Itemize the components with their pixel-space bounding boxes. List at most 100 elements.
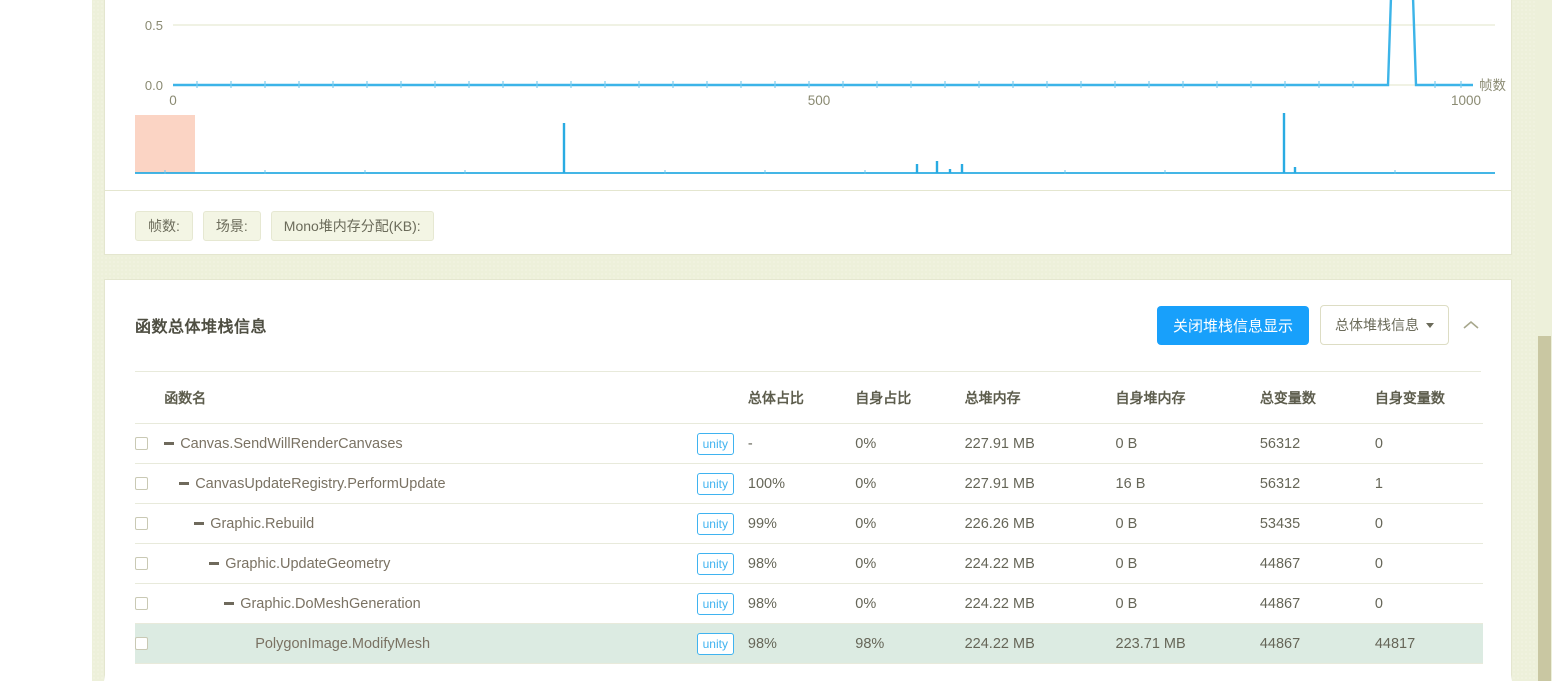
header-actions: 关闭堆栈信息显示 总体堆栈信息 [1156,305,1482,345]
unity-tag-badge: unity [696,632,734,655]
function-name-cell[interactable]: Canvas.SendWillRenderCanvases [164,423,697,464]
stack-table-container[interactable]: 函数名 总体占比 自身占比 总堆内存 自身堆内存 总变量数 自身变量数 Canv… [135,372,1483,664]
table-row[interactable]: Graphic.UpdateGeometry unity 98% 0% 224.22 M… [135,543,1483,584]
total-variables-cell: 44867 [1259,583,1375,624]
stack-info-mode-dropdown[interactable]: 总体堆栈信息 [1320,305,1449,345]
table-body: Canvas.SendWillRenderCanvases unity -0% 227… [135,423,1483,664]
col-header-total-pct[interactable]: 总体占比 [747,372,856,424]
total-percent-cell: 98% [747,543,856,584]
row-select-cell[interactable] [135,503,165,544]
total-variables-cell: 44867 [1259,543,1375,584]
chip-mono-heap-alloc[interactable]: Mono堆内存分配(KB): [270,211,434,241]
function-name-cell[interactable]: Graphic.Rebuild [164,503,697,544]
series-frame-time [173,0,1473,87]
collapse-minus-icon[interactable] [209,562,220,565]
row-checkbox[interactable] [135,557,148,570]
function-name-cell[interactable]: Graphic.DoMeshGeneration [164,583,697,624]
vertical-scrollbar-track[interactable] [1537,0,1552,681]
function-name-cell[interactable]: CanvasUpdateRegistry.PerformUpdate [164,463,697,504]
function-name-wrapper: CanvasUpdateRegistry.PerformUpdate [164,476,696,492]
tag-cell: unity [696,503,748,544]
self-memory-cell: 223.71 MB [1115,623,1260,664]
x-tick-1000: 1000 [1451,93,1481,108]
self-percent-cell: 0% [855,423,965,464]
function-name-label: Graphic.Rebuild [210,515,315,532]
function-name-cell[interactable]: Graphic.UpdateGeometry [164,543,697,584]
function-name-label: CanvasUpdateRegistry.PerformUpdate [195,475,446,492]
col-header-self-pct[interactable]: 自身占比 [855,372,965,424]
total-variables-cell: 53435 [1259,503,1375,544]
total-percent-cell: 99% [747,503,856,544]
table-row[interactable]: Graphic.DoMeshGeneration unity 98% 0% 224.22… [135,583,1483,624]
chevron-up-icon [1463,320,1479,329]
self-variables-cell: 44817 [1374,623,1483,664]
function-name-label: Canvas.SendWillRenderCanvases [180,435,403,452]
row-select-cell[interactable] [135,543,165,584]
collapse-minus-icon[interactable] [164,442,175,445]
total-memory-cell: 226.26 MB [964,503,1116,544]
app-root: 0.5 0.0 0 500 1000 帧数 帧数: 场景: Mono堆内存分配(… [0,0,1552,681]
function-name-label: Graphic.UpdateGeometry [225,555,391,572]
self-percent-cell: 0% [855,503,965,544]
table-row[interactable]: CanvasUpdateRegistry.PerformUpdate unity 1… [135,463,1483,504]
total-variables-cell: 44867 [1259,623,1375,664]
chart-divider [105,190,1511,191]
chart-svg[interactable]: 0.5 0.0 0 500 1000 帧数 [105,0,1513,180]
col-header-total-mem[interactable]: 总堆内存 [964,372,1116,424]
chip-frame-count[interactable]: 帧数: [135,211,193,241]
chip-scene[interactable]: 场景: [202,211,261,241]
unity-tag-badge: unity [696,432,734,455]
self-variables-cell: 0 [1374,423,1483,464]
collapse-section-button[interactable] [1460,314,1482,336]
self-percent-cell: 0% [855,463,965,504]
tag-cell: unity [696,583,748,624]
total-variables-cell: 56312 [1259,463,1375,504]
tag-cell: unity [696,463,748,504]
self-percent-cell: 0% [855,543,965,584]
self-variables-cell: 0 [1374,503,1483,544]
function-name-label: PolygonImage.ModifyMesh [255,635,431,652]
col-header-self-mem[interactable]: 自身堆内存 [1115,372,1260,424]
unity-tag-badge: unity [696,512,734,535]
vertical-scrollbar-thumb[interactable] [1538,336,1551,681]
table-row[interactable]: Graphic.Rebuild unity 99% 0% 226.26 MB 0 B 534… [135,503,1483,544]
function-name-wrapper: Graphic.DoMeshGeneration [164,596,696,612]
row-checkbox[interactable] [135,517,148,530]
table-header-row: 函数名 总体占比 自身占比 总堆内存 自身堆内存 总变量数 自身变量数 [135,372,1483,424]
row-checkbox[interactable] [135,437,148,450]
col-header-self-vars[interactable]: 自身变量数 [1374,372,1483,424]
function-name-label: Graphic.DoMeshGeneration [240,595,421,612]
collapse-minus-icon[interactable] [194,522,205,525]
table-row[interactable]: Canvas.SendWillRenderCanvases unity -0% 227… [135,423,1483,464]
function-name-cell[interactable]: PolygonImage.ModifyMesh [164,623,697,664]
profiler-chart[interactable]: 0.5 0.0 0 500 1000 帧数 [105,0,1513,180]
stack-table: 函数名 总体占比 自身占比 总堆内存 自身堆内存 总变量数 自身变量数 Canv… [135,372,1483,664]
self-memory-cell: 0 B [1115,503,1260,544]
self-memory-cell: 0 B [1115,583,1260,624]
row-select-cell[interactable] [135,463,165,504]
collapse-minus-icon[interactable] [224,602,235,605]
collapse-minus-icon[interactable] [179,482,190,485]
table-row[interactable]: PolygonImage.ModifyMesh unity 98% 98% 224.22… [135,623,1483,664]
table-header: 函数名 总体占比 自身占比 总堆内存 自身堆内存 总变量数 自身变量数 [135,372,1483,424]
self-percent-cell: 98% [855,623,965,664]
row-checkbox[interactable] [135,597,148,610]
x-tick-500: 500 [808,93,831,108]
row-select-cell[interactable] [135,623,165,664]
row-checkbox[interactable] [135,637,148,650]
close-stack-info-button[interactable]: 关闭堆栈信息显示 [1156,305,1309,345]
row-select-cell[interactable] [135,583,165,624]
total-percent-cell: 98% [747,583,856,624]
chart-selection-range[interactable] [135,115,195,173]
col-header-select [135,372,165,424]
total-memory-cell: 227.91 MB [964,423,1116,464]
row-checkbox[interactable] [135,477,148,490]
col-header-total-vars[interactable]: 总变量数 [1259,372,1375,424]
col-header-function-name[interactable]: 函数名 [164,372,697,424]
row-select-cell[interactable] [135,423,165,464]
self-memory-cell: 16 B [1115,463,1260,504]
unity-tag-badge: unity [696,592,734,615]
function-name-wrapper: PolygonImage.ModifyMesh [164,636,696,652]
total-percent-cell: - [747,423,856,464]
self-memory-cell: 0 B [1115,423,1260,464]
